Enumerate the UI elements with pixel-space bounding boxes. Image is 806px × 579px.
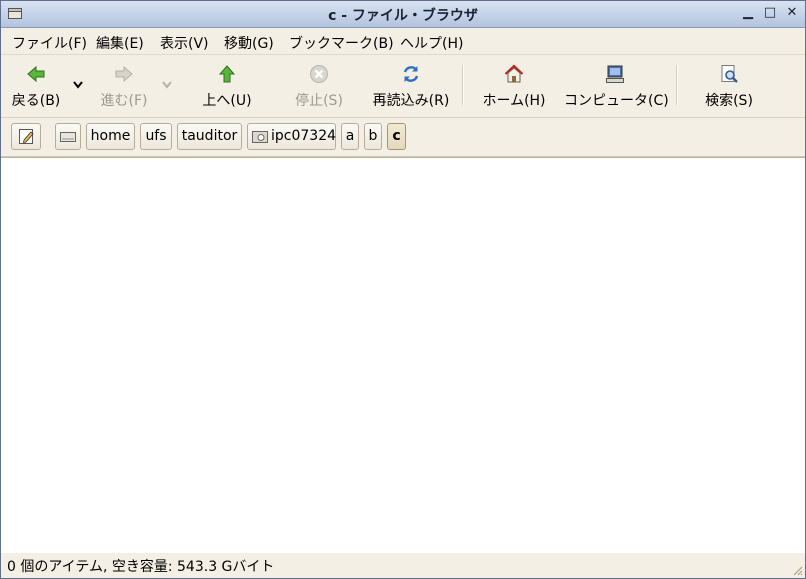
file-view-area[interactable] [1,157,805,554]
search-icon [721,65,738,83]
menu-view[interactable]: 表示(V) [160,33,209,53]
menu-file[interactable]: ファイル(F) [12,33,87,53]
up-arrow-icon [218,65,236,83]
search-button[interactable]: 検索(S) [699,61,759,111]
location-bar: home ufs tauditor ipc07324 a b c [1,118,805,157]
home-label: ホーム(H) [482,93,546,109]
path-segment-label: b [368,128,378,144]
menu-go[interactable]: 移動(G) [224,33,274,53]
chevron-down-icon [162,81,172,89]
edit-pencil-icon [19,129,34,144]
path-segment-label: a [345,128,355,144]
menu-bookmarks[interactable]: ブックマーク(B) [289,33,394,53]
home-button[interactable]: ホーム(H) [479,61,549,111]
toolbar-separator [462,65,464,105]
path-segment-label: home [90,128,131,144]
reload-button[interactable]: 再読込み(R) [369,61,453,111]
home-icon [504,64,524,83]
computer-button[interactable]: コンピュータ(C) [564,61,669,111]
computer-icon [606,65,624,83]
path-segment-c-current[interactable]: c [387,123,406,150]
status-bar: 0 個のアイテム, 空き容量: 543.3 Gバイト [1,553,805,578]
stop-button[interactable]: 停止(S) [289,61,349,111]
computer-label: コンピュータ(C) [564,93,669,109]
back-button[interactable]: 戻る(B) [9,61,63,111]
path-segment-b[interactable]: b [364,123,382,150]
maximize-icon[interactable]: □ [763,6,777,20]
path-segment-a[interactable]: a [341,123,359,150]
menu-edit[interactable]: 編集(E) [96,33,144,53]
forward-history-dropdown[interactable] [158,61,176,111]
reload-icon [403,66,419,82]
up-label: 上へ(U) [202,93,252,109]
stop-icon [310,65,328,83]
resize-grip-icon[interactable] [791,564,803,576]
up-button[interactable]: 上へ(U) [197,61,257,111]
back-label: 戻る(B) [11,93,61,109]
toggle-location-entry-button[interactable] [11,123,41,150]
path-segment-label: tauditor [181,128,238,144]
forward-button[interactable]: 進む(F) [95,61,153,111]
toolbar-separator [676,65,678,105]
minimize-icon[interactable]: ▁ [741,6,755,20]
network-folder-icon [252,131,268,143]
status-text: 0 個のアイテム, 空き容量: 543.3 Gバイト [7,559,275,575]
search-label: 検索(S) [705,93,753,109]
path-segment-ipc07324[interactable]: ipc07324 [247,123,336,150]
path-segment-ufs[interactable]: ufs [140,123,172,150]
path-segment-label: c [392,128,401,144]
forward-label: 進む(F) [100,93,148,109]
menu-bar: ファイル(F) 編集(E) 表示(V) 移動(G) ブックマーク(B) ヘルプ(… [1,28,805,55]
path-segment-label: ipc07324 [271,128,337,144]
back-history-dropdown[interactable] [69,61,87,111]
forward-arrow-icon [115,65,133,83]
title-bar[interactable]: c - ファイル・ブラウザ ▁ □ ✕ [1,1,805,28]
menu-help[interactable]: ヘルプ(H) [400,33,463,53]
toolbar: 戻る(B) 進む(F) 上へ(U) 停止(S) 再読込み(R) ホーム(H) コ… [1,55,805,118]
file-browser-window: c - ファイル・ブラウザ ▁ □ ✕ ファイル(F) 編集(E) 表示(V) … [0,0,806,579]
drive-icon [60,132,76,142]
path-root-button[interactable] [55,123,81,150]
window-title: c - ファイル・ブラウザ [328,8,478,24]
path-segment-tauditor[interactable]: tauditor [177,123,242,150]
path-segment-home[interactable]: home [86,123,135,150]
chevron-down-icon [73,81,83,89]
back-arrow-icon [27,65,45,83]
stop-label: 停止(S) [295,93,343,109]
reload-label: 再読込み(R) [372,93,450,109]
path-segment-label: ufs [145,128,167,144]
close-icon[interactable]: ✕ [785,6,799,20]
